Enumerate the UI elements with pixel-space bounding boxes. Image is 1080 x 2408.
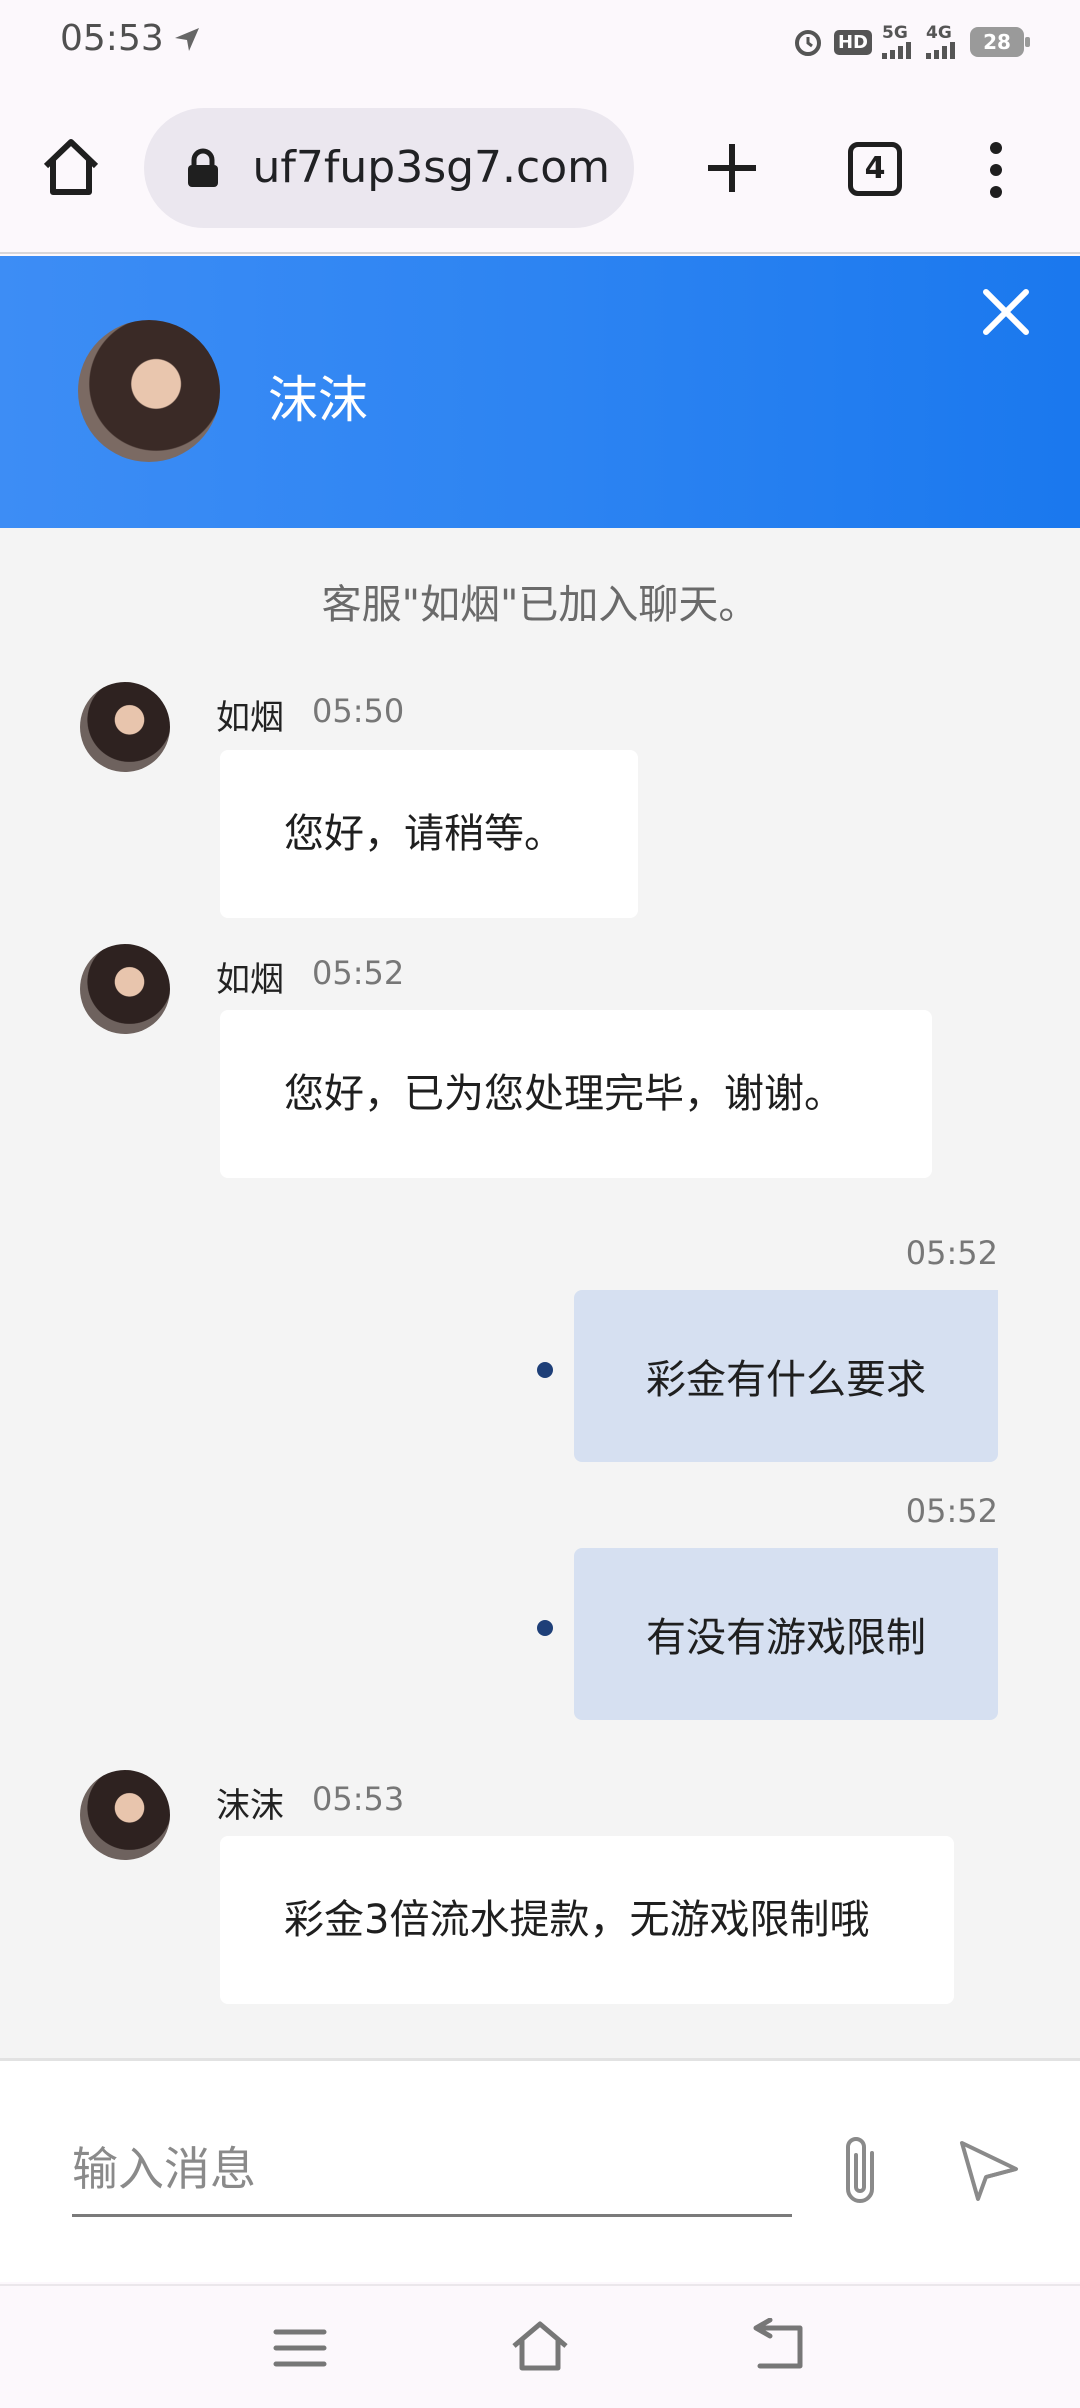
back-icon[interactable]: [750, 2318, 810, 2374]
message-input[interactable]: [72, 2123, 792, 2217]
message-time: 05:52: [905, 1492, 998, 1530]
sender-name: 如烟: [216, 698, 284, 738]
signal-4g: 4G: [926, 25, 960, 59]
navigation-icon: [175, 28, 199, 51]
message-bubble: 彩金有什么要求: [574, 1290, 998, 1462]
system-nav-bar: [0, 2284, 1080, 2408]
menu-icon[interactable]: [272, 2326, 328, 2370]
alarm-icon: [794, 30, 821, 56]
battery-icon: 28: [970, 27, 1030, 57]
home-icon[interactable]: [38, 134, 104, 200]
chat-messages: 客服"如烟"已加入聊天。 如烟 05:50 您好，请稍等。 如烟 05:52 您…: [0, 528, 1080, 2058]
system-message: 客服"如烟"已加入聊天。: [321, 582, 759, 628]
message-time: 05:50: [312, 692, 405, 730]
home-icon[interactable]: [508, 2316, 572, 2376]
status-icons: HD 5G 4G 28: [792, 20, 1030, 64]
avatar: [80, 1770, 170, 1860]
signal-icon: [926, 42, 955, 59]
sender-name: 沫沫: [216, 1786, 284, 1826]
address-bar[interactable]: uf7fup3sg7.com: [144, 108, 634, 228]
read-indicator: [537, 1362, 553, 1378]
more-icon[interactable]: [976, 140, 1016, 200]
status-time: 05:53: [60, 18, 164, 59]
message-time: 05:53: [312, 1780, 405, 1818]
avatar: [80, 682, 170, 772]
hd-badge: HD: [833, 29, 872, 55]
signal-icon: [882, 42, 911, 59]
tabs-icon[interactable]: 4: [848, 142, 902, 196]
page: 05:53 HD 5G 4G 28 uf7fup3sg7.com 4 沫沫 客服…: [0, 0, 1080, 2408]
message-bubble: 您好，请稍等。: [220, 750, 638, 918]
browser-toolbar: uf7fup3sg7.com 4: [0, 84, 1080, 254]
paperclip-icon[interactable]: [832, 2131, 888, 2211]
message-bubble: 您好，已为您处理完毕，谢谢。: [220, 1010, 932, 1178]
message-time: 05:52: [905, 1234, 998, 1272]
close-icon[interactable]: [976, 282, 1036, 342]
signal-4g-label: 4G: [926, 23, 952, 43]
send-icon[interactable]: [956, 2137, 1022, 2203]
lock-icon: [188, 148, 218, 187]
read-indicator: [537, 1620, 553, 1636]
avatar: [80, 944, 170, 1034]
agent-name: 沫沫: [268, 371, 368, 429]
message-bubble: 彩金3倍流水提款，无游戏限制哦: [220, 1836, 954, 2004]
signal-5g-label: 5G: [882, 23, 908, 43]
status-bar: 05:53 HD 5G 4G 28: [0, 0, 1080, 84]
sender-name: 如烟: [216, 960, 284, 1000]
message-time: 05:52: [312, 954, 405, 992]
message-composer: [0, 2058, 1080, 2282]
url-text: uf7fup3sg7.com: [252, 142, 610, 193]
agent-avatar: [78, 320, 220, 462]
chat-header: 沫沫: [0, 256, 1080, 528]
message-bubble: 有没有游戏限制: [574, 1548, 998, 1720]
signal-5g: 5G: [882, 25, 916, 59]
plus-icon[interactable]: [700, 136, 764, 200]
